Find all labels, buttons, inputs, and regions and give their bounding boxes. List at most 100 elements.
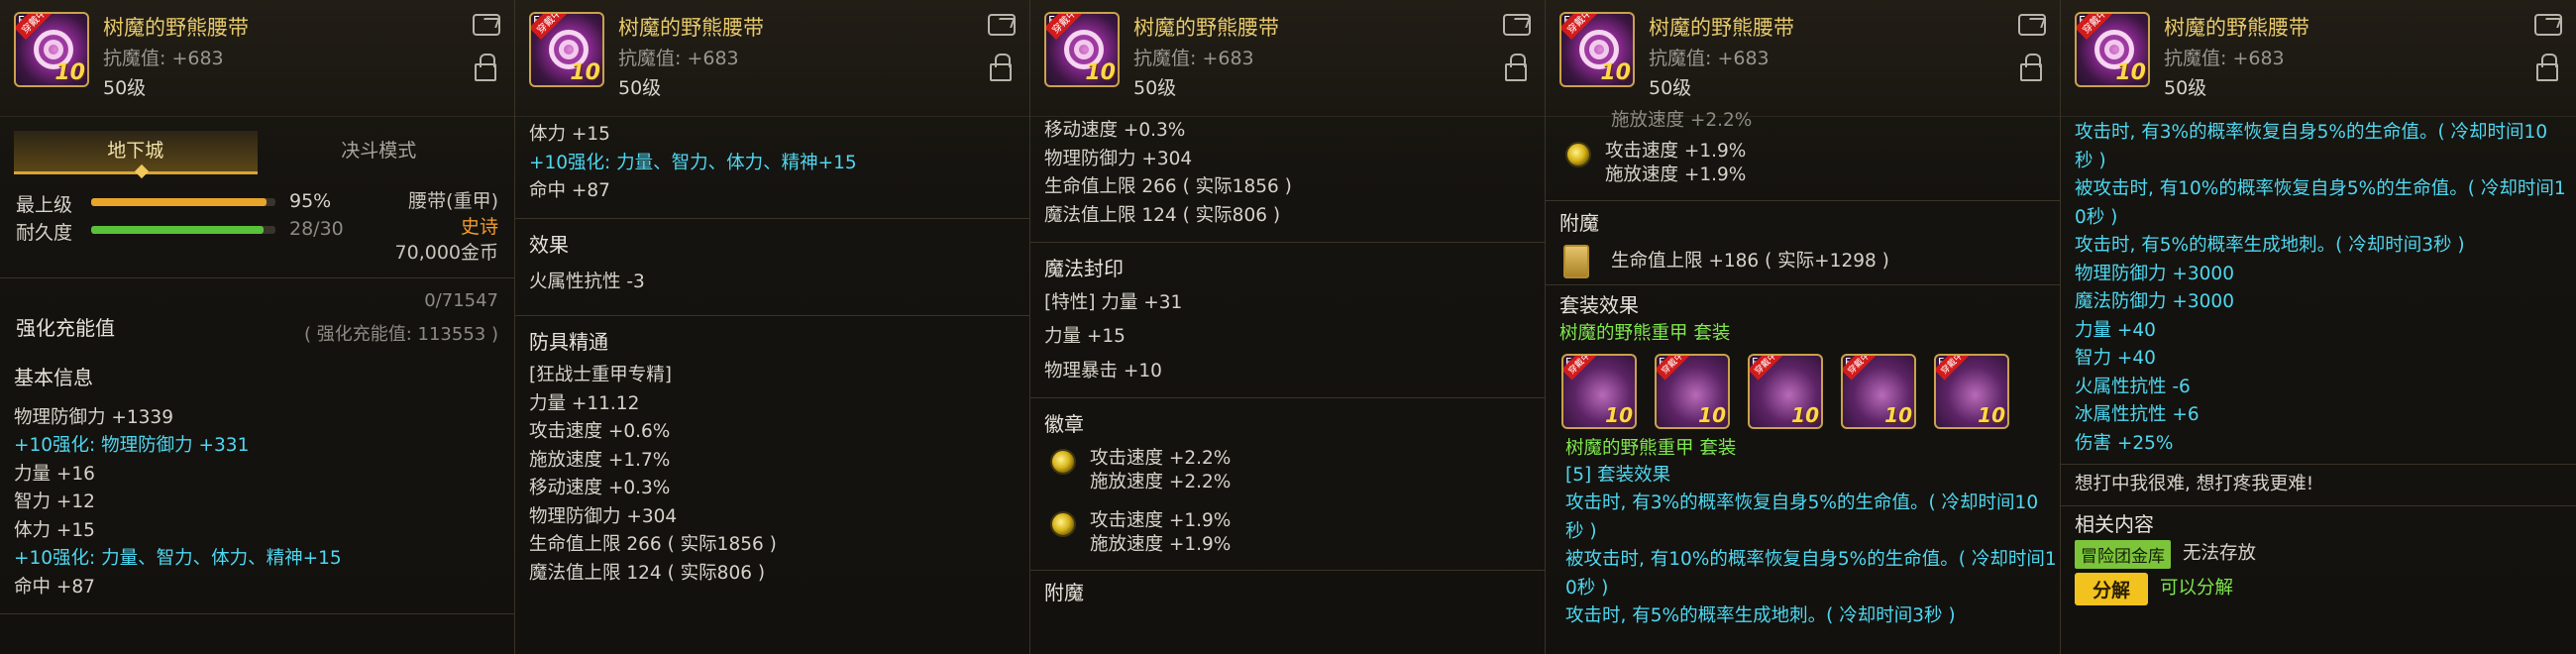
item-level: 50级 xyxy=(618,77,662,99)
stat-line: 力量 +15 xyxy=(1044,326,1126,347)
yellow-emblem-icon[interactable] xyxy=(1050,510,1076,537)
lock-icon[interactable] xyxy=(1505,54,1527,81)
item-level: 50级 xyxy=(1133,77,1177,99)
anti-magic-value: 抗魔值: +683 xyxy=(618,48,739,69)
set-item-icon[interactable]: F穿戴中10 xyxy=(1655,354,1730,429)
reinforce-level: 10 xyxy=(1085,60,1116,85)
stat-line: 攻击时, 有3%的概率恢复自身5%的生命值。( 冷却时间10 xyxy=(2075,122,2548,143)
enchant-title: 附魔 xyxy=(1559,210,1599,235)
item-icon[interactable]: F 穿戴中 10 xyxy=(1559,12,1635,87)
item-name: 树魔的野熊腰带 xyxy=(1649,16,1794,40)
lock-icon[interactable] xyxy=(475,54,496,81)
stat-line: 命中 +87 xyxy=(14,576,95,598)
reinforce-level: 10 xyxy=(1605,403,1633,427)
durability-value: 28/30 xyxy=(289,218,344,240)
item-icon[interactable]: F 穿戴中 10 xyxy=(14,12,89,87)
yellow-emblem-icon[interactable] xyxy=(1565,141,1591,167)
yellow-emblem-icon[interactable] xyxy=(1050,448,1076,475)
bank-row: 冒险团金库 无法存放 xyxy=(2075,540,2562,569)
emblem-slot: 攻击速度 +2.2% 施放速度 +2.2% xyxy=(1050,445,1531,497)
emblem-stat: 施放速度 +1.9% xyxy=(1605,164,1747,185)
stat-line: 施放速度 +1.7% xyxy=(529,449,671,471)
divider xyxy=(1546,199,2060,201)
lock-icon[interactable] xyxy=(2536,54,2558,81)
stat-line: 物理暴击 +10 xyxy=(1044,360,1162,382)
reinforce-level: 10 xyxy=(2115,60,2146,85)
basic-info-list: 物理防御力 +1339 +10强化: 物理防御力 +331 力量 +16 智力 +12… xyxy=(14,404,500,602)
divider xyxy=(1030,397,1545,398)
bank-badge: 冒险团金库 xyxy=(2075,540,2171,569)
item-icon[interactable]: F 穿戴中 10 xyxy=(2075,12,2150,87)
stat-line: 力量 +40 xyxy=(2075,319,2156,341)
set-item-icon[interactable]: F穿戴中10 xyxy=(1934,354,2009,429)
stat-list: 体力 +15 +10强化: 力量、智力、体力、精神+15 命中 +87 xyxy=(529,121,1016,206)
divider xyxy=(1030,242,1545,243)
anti-magic-value: 抗魔值: +683 xyxy=(1133,48,1254,69)
share-icon[interactable] xyxy=(2534,14,2562,36)
stat-line: 冰属性抗性 +6 xyxy=(2075,404,2200,425)
anti-magic-value: 抗魔值: +683 xyxy=(2164,48,2285,69)
stat-line: 攻击时, 有3%的概率恢复自身5%的生命值。( 冷却时间10 xyxy=(1565,492,2039,513)
item-level: 50级 xyxy=(2164,77,2207,99)
set-name: 树魔的野熊重甲 套装 xyxy=(1559,322,1731,344)
share-icon[interactable] xyxy=(988,14,1016,36)
enchant-card-icon[interactable] xyxy=(1563,245,1589,278)
set-item-icon[interactable]: F穿戴中10 xyxy=(1561,354,1637,429)
reinforce-level: 10 xyxy=(1600,60,1631,85)
stat-bars: 最上级 95% 耐久度 28/30 腰带(重甲) 史诗 70,000金币 xyxy=(14,186,500,275)
stat-line: +10强化: 力量、智力、体力、精神+15 xyxy=(14,548,342,569)
tooltip-strip: F 穿戴中 10 树魔的野熊腰带 抗魔值: +683 50级 地下城 决斗模式 … xyxy=(0,0,2576,654)
item-header: F 穿戴中 10 树魔的野熊腰带 抗魔值: +683 50级 xyxy=(2061,0,2576,117)
item-meta: 腰带(重甲) 史诗 70,000金币 xyxy=(395,188,498,266)
bank-text: 无法存放 xyxy=(2183,543,2257,565)
item-name: 树魔的野熊腰带 xyxy=(103,16,249,40)
tab-dungeon[interactable]: 地下城 xyxy=(14,131,258,174)
tab-duel[interactable]: 决斗模式 xyxy=(258,131,501,174)
stat-line: 魔法防御力 +3000 xyxy=(2075,291,2234,312)
share-icon[interactable] xyxy=(2018,14,2046,36)
enchant-row: 生命值上限 +186 ( 实际+1298 ) xyxy=(1563,245,2046,278)
reinforce-level: 10 xyxy=(54,60,85,85)
item-icon[interactable]: F 穿戴中 10 xyxy=(1044,12,1120,87)
disassemble-button[interactable]: 分解 xyxy=(2075,573,2149,605)
charge-value: 0/71547 xyxy=(424,290,498,311)
emblem-title: 徽章 xyxy=(1044,412,1084,436)
stat-line: 物理防御力 +1339 xyxy=(14,406,173,428)
item-level: 50级 xyxy=(1649,77,1692,99)
charge-label: 强化充能值 xyxy=(16,316,115,340)
tooltip-panel-4: F 穿戴中 10 树魔的野熊腰带 抗魔值: +683 50级 施放速度 +2.2… xyxy=(1546,0,2061,654)
item-icon[interactable]: F 穿戴中 10 xyxy=(529,12,604,87)
set-count: [5] 套装效果 xyxy=(1565,464,1671,486)
cut-line: 施放速度 +2.2% xyxy=(1611,110,1753,131)
set-item-icon[interactable]: F穿戴中10 xyxy=(1748,354,1823,429)
durability-label: 耐久度 xyxy=(16,222,73,244)
stat-line: 力量 +16 xyxy=(14,463,95,485)
stat-line: 攻击时, 有5%的概率生成地刺。( 冷却时间3秒 ) xyxy=(1565,605,1956,626)
item-rarity: 史诗 xyxy=(460,216,498,238)
item-name: 树魔的野熊腰带 xyxy=(2164,16,2309,40)
divider xyxy=(1546,284,2060,285)
stat-line: [特性] 力量 +31 xyxy=(1044,291,1183,313)
item-header: F 穿戴中 10 树魔的野熊腰带 抗魔值: +683 50级 xyxy=(515,0,1029,117)
lock-icon[interactable] xyxy=(2020,54,2042,81)
lock-icon[interactable] xyxy=(990,54,1012,81)
mode-tabs: 地下城 决斗模式 xyxy=(14,131,501,179)
item-name: 树魔的野熊腰带 xyxy=(618,16,764,40)
disassemble-row: 分解 可以分解 xyxy=(2075,573,2562,605)
reinforce-level: 10 xyxy=(1698,403,1726,427)
charge-total: ( 强化充能值: 113553 ) xyxy=(304,324,498,345)
stat-line: 物理防御力 +304 xyxy=(1044,148,1193,169)
effect-line: 火属性抗性 -3 xyxy=(529,272,645,292)
stat-line: 0秒 ) xyxy=(1565,577,1609,599)
set-item-icon[interactable]: F穿戴中10 xyxy=(1841,354,1916,429)
stat-line: 攻击速度 +0.6% xyxy=(529,421,671,442)
stat-line: 攻击时, 有5%的概率生成地刺。( 冷却时间3秒 ) xyxy=(2075,235,2465,256)
emblem-stat: 施放速度 +2.2% xyxy=(1090,472,1232,492)
reinforce-level: 10 xyxy=(1791,403,1819,427)
share-icon[interactable] xyxy=(473,14,500,36)
mastery-title: 防具精通 xyxy=(529,329,608,354)
stat-line: 命中 +87 xyxy=(529,180,610,201)
effect-title: 效果 xyxy=(529,232,569,257)
share-icon[interactable] xyxy=(1503,14,1531,36)
seal-list: [特性] 力量 +31 力量 +15 物理暴击 +10 xyxy=(1044,289,1531,386)
